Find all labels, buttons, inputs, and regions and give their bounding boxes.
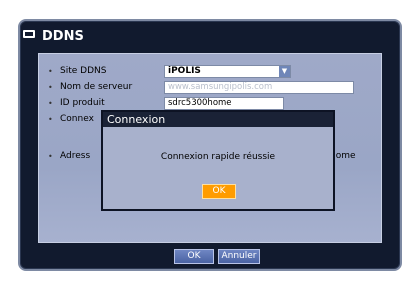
- window-title: DDNS: [42, 28, 84, 44]
- server-row: • Nom de serveur www.samsungipolis.com: [48, 80, 354, 94]
- dialog-title: Connexion: [103, 112, 333, 127]
- bullet-icon: •: [48, 66, 53, 76]
- site-ddns-row: • Site DDNS iPOLIS ▼: [48, 64, 291, 78]
- bullet-icon: •: [48, 151, 53, 161]
- server-field[interactable]: www.samsungipolis.com: [164, 80, 354, 94]
- window-title-bar: DDNS: [22, 26, 84, 46]
- server-label: Nom de serveur: [60, 82, 133, 92]
- ok-button[interactable]: OK: [174, 249, 214, 264]
- cancel-button[interactable]: Annuler: [218, 249, 260, 264]
- bullet-icon: •: [48, 114, 53, 124]
- connection-dialog: Connexion Connexion rapide réussie OK: [101, 110, 335, 211]
- site-ddns-value: iPOLIS: [168, 65, 201, 76]
- ddns-icon: [22, 28, 36, 44]
- bullet-icon: •: [48, 82, 53, 92]
- id-label: ID produit: [60, 98, 105, 108]
- dialog-message: Connexion rapide réussie: [160, 152, 276, 162]
- id-row: • ID produit sdrc5300home: [48, 96, 284, 110]
- dialog-ok-button[interactable]: OK: [202, 184, 236, 199]
- bullet-icon: •: [48, 98, 53, 108]
- id-field[interactable]: sdrc5300home: [164, 96, 284, 110]
- footer-buttons: OK Annuler: [174, 249, 260, 264]
- chevron-down-icon[interactable]: ▼: [279, 65, 290, 77]
- site-ddns-select[interactable]: iPOLIS ▼: [164, 64, 291, 78]
- site-ddns-label: Site DDNS: [60, 66, 107, 76]
